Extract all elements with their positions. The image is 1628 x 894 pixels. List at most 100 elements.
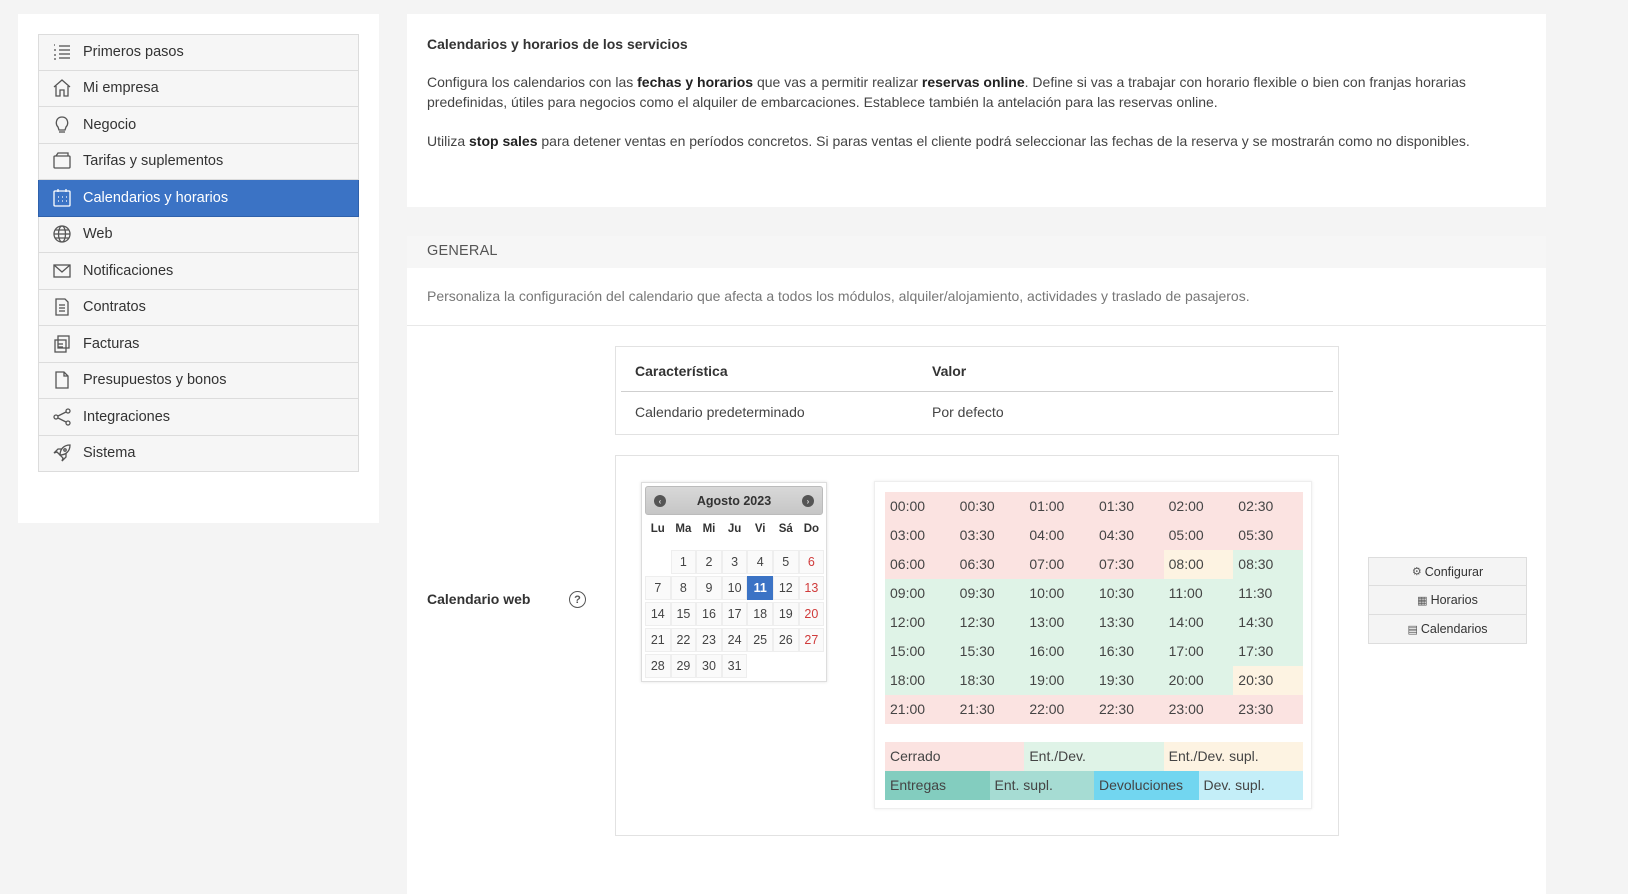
time-slot: 00:30 [954, 492, 1025, 521]
home-icon [39, 78, 83, 98]
feature-cell: Calendario predeterminado [635, 404, 805, 420]
schedules-button[interactable]: ▦ Horarios [1368, 586, 1527, 615]
time-slot: 21:30 [954, 695, 1025, 724]
prev-month-icon[interactable]: ‹ [654, 495, 666, 507]
next-month-icon[interactable]: › [802, 495, 814, 507]
sidebar-item-presupuestos-y-bonos[interactable]: Presupuestos y bonos [38, 362, 359, 399]
calendar-day[interactable]: 29 [670, 654, 697, 678]
calendar-day[interactable]: 11 [747, 576, 773, 600]
calendar-day-empty [645, 550, 671, 574]
calendar-day[interactable]: 28 [645, 654, 671, 678]
time-row: 15:00 15:30 16:00 16:30 17:00 17:30 [885, 637, 1303, 666]
calendar-day[interactable]: 14 [645, 602, 671, 626]
help-icon[interactable]: ? [569, 591, 586, 608]
column-header-value: Valor [932, 363, 967, 379]
time-slot: 07:00 [1024, 550, 1094, 579]
calendar-day[interactable]: 19 [772, 602, 799, 626]
calendar-day[interactable]: 21 [645, 628, 671, 652]
sidebar-item-label: Calendarios y horarios [83, 189, 229, 206]
sidebar-item-web[interactable]: Web [38, 216, 359, 253]
table-header: Característica Valor [621, 347, 1333, 392]
calendar-day[interactable]: 8 [670, 576, 697, 600]
calendar-day[interactable]: 6 [798, 550, 825, 574]
time-slot: 04:00 [1024, 521, 1094, 550]
time-slot: 05:00 [1163, 521, 1234, 550]
calendar-icon [39, 188, 83, 208]
time-slot: 05:30 [1233, 521, 1303, 550]
calendar-day[interactable]: 22 [670, 628, 697, 652]
time-slot: 20:30 [1233, 666, 1303, 695]
calendar-day[interactable]: 2 [696, 550, 722, 574]
calendar-day[interactable]: 3 [721, 550, 748, 574]
calendar-day[interactable]: 18 [747, 602, 773, 626]
gear-icon: ⚙ [1411, 566, 1422, 578]
calendar-day[interactable]: 7 [645, 576, 671, 600]
sidebar-item-mi-empresa[interactable]: Mi empresa [38, 70, 359, 107]
calendar-day[interactable]: 25 [747, 628, 773, 652]
share-icon [39, 407, 83, 427]
sidebar-item-primeros-pasos[interactable]: Primeros pasos [38, 34, 359, 71]
sidebar-item-negocio[interactable]: Negocio [38, 107, 359, 144]
time-slot: 23:30 [1233, 695, 1303, 724]
calendar-day[interactable]: 31 [721, 654, 748, 678]
datepicker: ‹ Agosto 2023 › Lu Ma Mi Ju Vi Sá Do 123456789… [641, 482, 827, 682]
sidebar-item-label: Presupuestos y bonos [83, 372, 227, 389]
time-row: 00:00 00:30 01:00 01:30 02:00 02:30 [885, 492, 1303, 521]
time-slot: 21:00 [885, 695, 955, 724]
datepicker-header: ‹ Agosto 2023 › [645, 486, 823, 515]
time-slot: 11:00 [1163, 579, 1234, 608]
sidebar-item-sistema[interactable]: Sistema [38, 435, 359, 472]
sidebar-item-calendarios-y-horarios[interactable]: Calendarios y horarios [38, 180, 359, 217]
calendar-day[interactable]: 13 [798, 576, 825, 600]
calendar-day[interactable]: 24 [721, 628, 748, 652]
time-slot: 06:00 [885, 550, 955, 579]
calendar-day[interactable]: 9 [696, 576, 722, 600]
time-slot: 14:00 [1163, 608, 1234, 637]
calendar-week: 14 15 16 17 18 19 20 [645, 601, 825, 627]
calendar-day[interactable]: 26 [772, 628, 799, 652]
section-heading-general: GENERAL [407, 236, 1546, 268]
sidebar-item-contratos[interactable]: Contratos [38, 289, 359, 326]
time-slot: 19:30 [1093, 666, 1164, 695]
list-numbered-icon [39, 42, 83, 62]
time-slot: 19:00 [1024, 666, 1094, 695]
sidebar-item-label: Notificaciones [83, 262, 174, 279]
calendar-day[interactable]: 10 [721, 576, 748, 600]
calendar-day[interactable]: 27 [798, 628, 825, 652]
time-row: 03:00 03:30 04:00 04:30 05:00 05:30 [885, 521, 1303, 550]
file-icon [39, 370, 83, 390]
time-slot: 06:30 [954, 550, 1025, 579]
time-row: 18:00 18:30 19:00 19:30 20:00 20:30 [885, 666, 1303, 695]
sidebar-item-integraciones[interactable]: Integraciones [38, 399, 359, 436]
time-slot: 17:00 [1163, 637, 1234, 666]
calendar-day[interactable]: 5 [772, 550, 799, 574]
calendar-day[interactable]: 16 [696, 602, 722, 626]
sidebar-item-label: Primeros pasos [83, 44, 184, 61]
sidebar-item-label: Web [83, 226, 113, 243]
time-slot: 08:30 [1233, 550, 1303, 579]
sidebar-item-label: Facturas [83, 335, 140, 352]
sidebar-item-notificaciones[interactable]: Notificaciones [38, 253, 359, 290]
section-description: Personaliza la configuración del calenda… [407, 268, 1546, 326]
calendar-day[interactable]: 15 [670, 602, 697, 626]
legend-item: Dev. supl. [1198, 771, 1303, 800]
calendar-day[interactable]: 23 [696, 628, 722, 652]
calendar-day[interactable]: 20 [798, 602, 825, 626]
sidebar-item-tarifas-y-suplementos[interactable]: Tarifas y suplementos [38, 143, 359, 180]
calendar-day[interactable]: 30 [696, 654, 722, 678]
legend-row: Cerrado Ent./Dev. Ent./Dev. supl. [885, 742, 1303, 771]
calendar-actions: ⚙ Configurar ▦ Horarios ▤ Calendarios [1368, 557, 1527, 644]
sidebar-item-facturas[interactable]: Facturas [38, 326, 359, 363]
calendar-day[interactable]: 1 [670, 550, 697, 574]
weekday-label: Lu [650, 523, 665, 535]
calendar-day[interactable]: 4 [747, 550, 773, 574]
time-slot: 02:30 [1233, 492, 1303, 521]
time-slots-panel: 00:00 00:30 01:00 01:30 02:00 02:30 03:00 03:30… [874, 481, 1312, 809]
calendars-button[interactable]: ▤ Calendarios [1368, 615, 1527, 644]
time-slot: 16:30 [1093, 637, 1164, 666]
calendar-day[interactable]: 12 [772, 576, 799, 600]
configure-button[interactable]: ⚙ Configurar [1368, 557, 1527, 586]
calendar-day[interactable]: 17 [721, 602, 748, 626]
time-slot: 11:30 [1233, 579, 1303, 608]
time-slot: 17:30 [1233, 637, 1303, 666]
